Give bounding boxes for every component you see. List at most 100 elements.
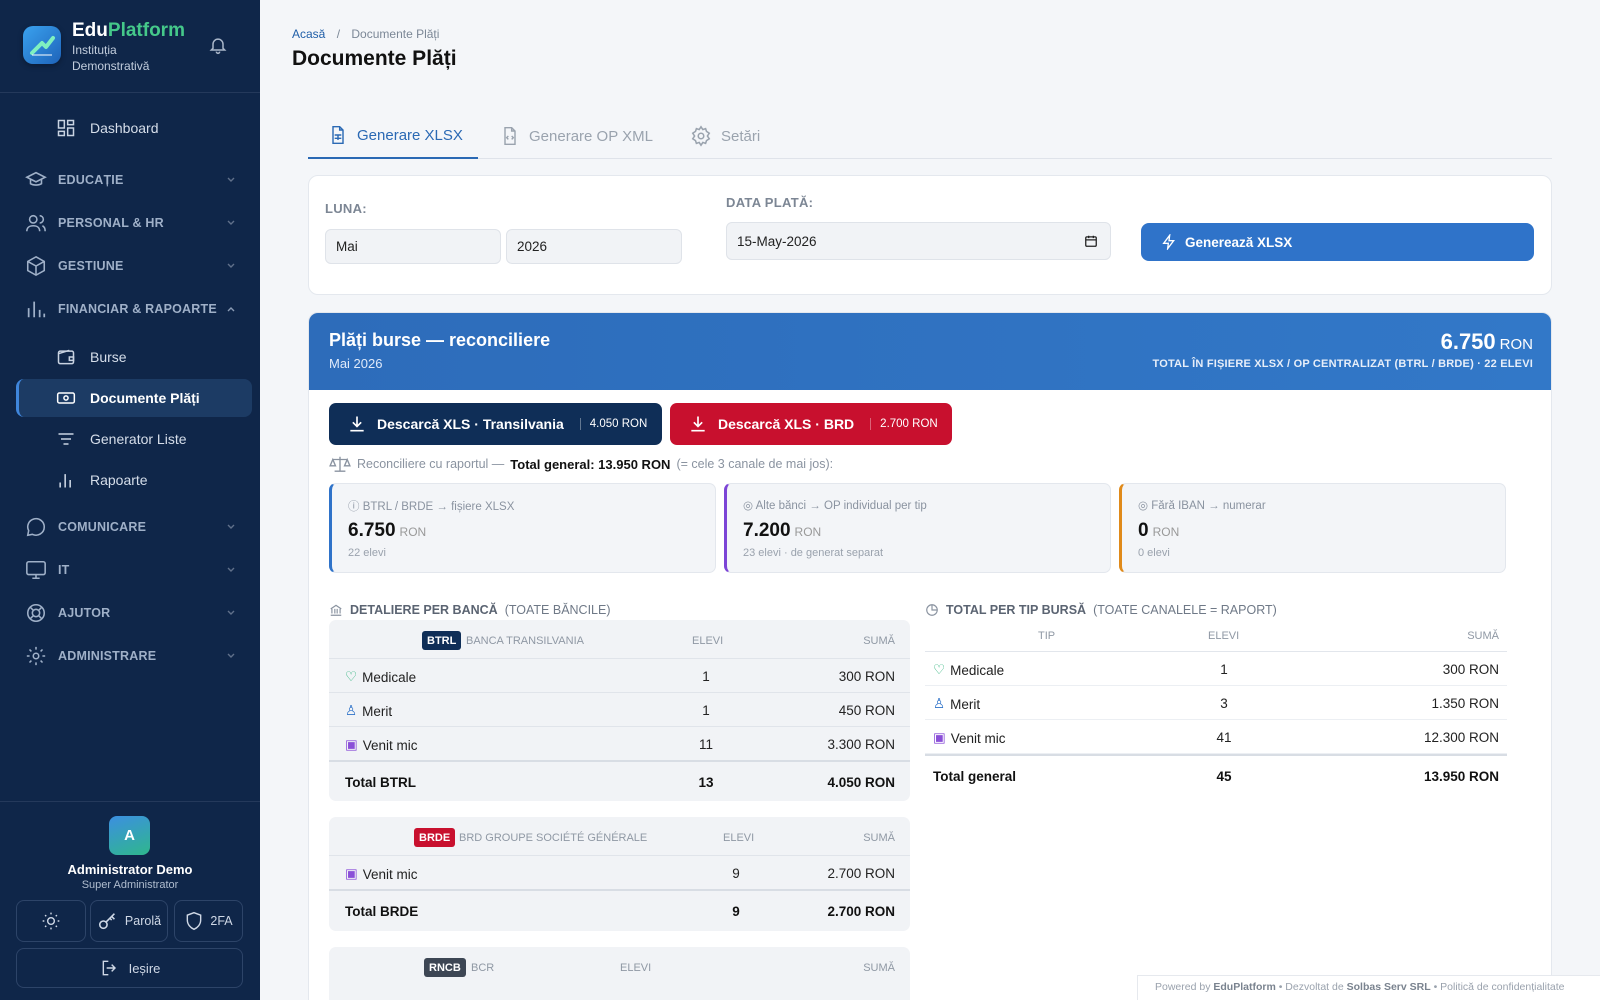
sun-icon <box>41 911 61 931</box>
gear-icon <box>25 645 47 667</box>
zap-icon <box>1161 234 1177 250</box>
year-select[interactable]: 2026 <box>506 229 682 264</box>
type-total-table: TIP ELEVI SUMĂ ♡ Medicale 1 300 RON ♙ Meri… <box>925 622 1507 794</box>
breadcrumb-home[interactable]: Acasă <box>292 27 325 41</box>
privacy-policy-link[interactable]: • Politică de confidențialitate <box>1434 981 1565 993</box>
shield-icon <box>184 910 204 932</box>
bank-tag-rncb: RNCB <box>424 958 466 977</box>
table-total-row: Total general 45 13.950 RON <box>925 754 1507 794</box>
download-icon <box>347 414 367 434</box>
chevron-down-icon <box>226 565 236 575</box>
heart-pulse-icon: ♡ <box>345 669 358 684</box>
award-icon: ♙ <box>345 703 358 718</box>
nav-burse[interactable]: Burse <box>16 338 252 376</box>
brd-amount-pill: 2.700 RON <box>870 418 938 430</box>
monitor-icon <box>25 559 47 581</box>
institution-name: Instituția Demonstrativă <box>72 43 150 73</box>
btrl-amount-pill: 4.050 RON <box>579 418 647 430</box>
nav-section-financiar[interactable]: FINANCIAR & RAPOARTE <box>16 290 236 328</box>
avatar[interactable]: A <box>109 816 150 855</box>
bar-chart-icon <box>56 470 76 490</box>
banknote-icon <box>56 388 76 408</box>
footer-company-link[interactable]: Solbas Serv SRL <box>1347 981 1431 993</box>
banner-total-amount: 6.750 RON <box>1440 329 1533 354</box>
download-icon <box>688 414 708 434</box>
chevron-down-icon <box>226 261 236 271</box>
twofa-button[interactable]: 2FA <box>174 900 243 942</box>
page-footer: Powered by EduPlatform • Dezvoltat de So… <box>1137 975 1600 1000</box>
table-row: ▣ Venit mic 41 12.300 RON <box>925 720 1507 754</box>
calendar-icon[interactable] <box>1084 234 1098 248</box>
nav-section-administrare[interactable]: ADMINISTRARE <box>16 637 236 675</box>
key-icon <box>97 910 119 932</box>
nav-section-comunicare[interactable]: COMUNICARE <box>16 508 236 546</box>
table-row: ♙ Merit 3 1.350 RON <box>925 686 1507 720</box>
graduation-cap-icon <box>25 169 47 191</box>
nav-section-educatie[interactable]: EDUCAȚIE <box>16 161 236 199</box>
user-role: Super Administrator <box>81 879 179 891</box>
bank-icon <box>329 603 343 617</box>
info-icon: ⓘ <box>348 501 360 513</box>
wallet-icon: ▣ <box>345 866 358 881</box>
page-title: Documente Plăți <box>292 47 457 70</box>
wallet-icon: ▣ <box>345 737 358 752</box>
chevron-down-icon <box>226 218 236 228</box>
nav-section-it[interactable]: IT <box>16 551 236 589</box>
bank-table-btrl: BTRL BANCA TRANSILVANIA ELEVI SUMĂ ♡ Medi… <box>329 620 910 801</box>
generate-xlsx-button[interactable]: Generează XLSX <box>1141 223 1534 261</box>
banner-total-note: TOTAL ÎN FIȘIERE XLSX / OP CENTRALIZAT (… <box>1152 358 1533 370</box>
spreadsheet-file-icon <box>328 124 348 146</box>
banner-title: Plăți burse — reconciliere <box>329 330 551 350</box>
table-total-row: Total BTRL 13 4.050 RON <box>329 760 910 800</box>
wallet-icon: ▣ <box>933 730 946 745</box>
download-xls-btrl-button[interactable]: Descarcă XLS · Transilvania 4.050 RON <box>329 403 662 445</box>
bank-table-brde: BRDE BRD GROUPE SOCIÉTÉ GÉNÉRALE ELEVI S… <box>329 817 910 931</box>
tab-generare-xlsx[interactable]: Generare XLSX <box>308 113 478 159</box>
theme-toggle-button[interactable] <box>16 900 86 942</box>
month-label: LUNA: <box>325 201 367 216</box>
nav-documente-plati[interactable]: Documente Plăți <box>16 379 252 417</box>
chevron-up-icon <box>226 304 236 314</box>
main-content: Acasă / Documente Plăți Documente Plăți … <box>260 0 1600 1000</box>
reconciliation-line: Reconciliere cu raportul — Total general… <box>329 455 833 473</box>
brand-name: EduPlatform <box>72 20 185 41</box>
breadcrumb-current: Documente Plăți <box>351 27 440 41</box>
filter-panel: LUNA: Mai 2026 DATA PLATĂ: 15-May-2026 G… <box>308 175 1552 295</box>
password-button[interactable]: Parolă <box>90 900 168 942</box>
download-xls-brd-button[interactable]: Descarcă XLS · BRD 2.700 RON <box>670 403 952 445</box>
nav-dashboard[interactable]: Dashboard <box>16 109 252 147</box>
nav-generator-liste[interactable]: Generator Liste <box>16 420 252 458</box>
nav-rapoarte[interactable]: Rapoarte <box>16 461 252 499</box>
payment-date-label: DATA PLATĂ: <box>726 195 814 210</box>
code-file-icon <box>500 125 520 147</box>
info-icon: ◎ <box>1138 500 1149 512</box>
bell-icon[interactable] <box>208 35 228 55</box>
user-name: Administrator Demo <box>67 862 193 877</box>
tab-bar: Generare XLSX Generare OP XML Setări <box>308 113 1552 159</box>
package-icon <box>25 255 47 277</box>
sidebar: EduPlatform Instituția Demonstrativă Das… <box>0 0 260 1000</box>
month-select[interactable]: Mai <box>325 229 501 264</box>
award-icon: ♙ <box>933 696 946 711</box>
nav-section-gestiune[interactable]: GESTIUNE <box>16 247 236 285</box>
type-total-heading: TOTAL PER TIP BURSĂ (TOATE CANALELE = RAP… <box>925 603 1277 617</box>
breadcrumb: Acasă / Documente Plăți <box>292 27 440 41</box>
message-circle-icon <box>25 516 47 538</box>
nav-section-personal[interactable]: PERSONAL & HR <box>16 204 236 242</box>
table-row: ♙ Merit 1 450 RON <box>329 692 910 726</box>
logout-button[interactable]: Ieșire <box>16 948 243 988</box>
reconciliation-banner: Plăți burse — reconciliere Mai 2026 6.75… <box>309 313 1551 390</box>
tab-generare-op-xml[interactable]: Generare OP XML <box>500 113 653 159</box>
bank-tag-brde: BRDE <box>414 828 456 847</box>
payment-date-input[interactable]: 15-May-2026 <box>726 222 1111 260</box>
footer-brand-link[interactable]: EduPlatform <box>1213 981 1275 993</box>
bank-table-rncb: RNCB BCR ELEVI SUMĂ <box>329 947 910 1000</box>
bar-chart-icon <box>25 298 47 320</box>
channel-card-cash: ◎ Fără IBAN → numerar 0 RON 0 elevi <box>1119 483 1506 573</box>
chevron-down-icon <box>226 651 236 661</box>
report-total: Total general: 13.950 RON <box>510 456 671 472</box>
tab-setari[interactable]: Setări <box>690 113 760 159</box>
reconciliation-card: Plăți burse — reconciliere Mai 2026 6.75… <box>308 312 1552 1000</box>
nav-section-ajutor[interactable]: AJUTOR <box>16 594 236 632</box>
table-total-row: Total BRDE 9 2.700 RON <box>329 889 910 929</box>
